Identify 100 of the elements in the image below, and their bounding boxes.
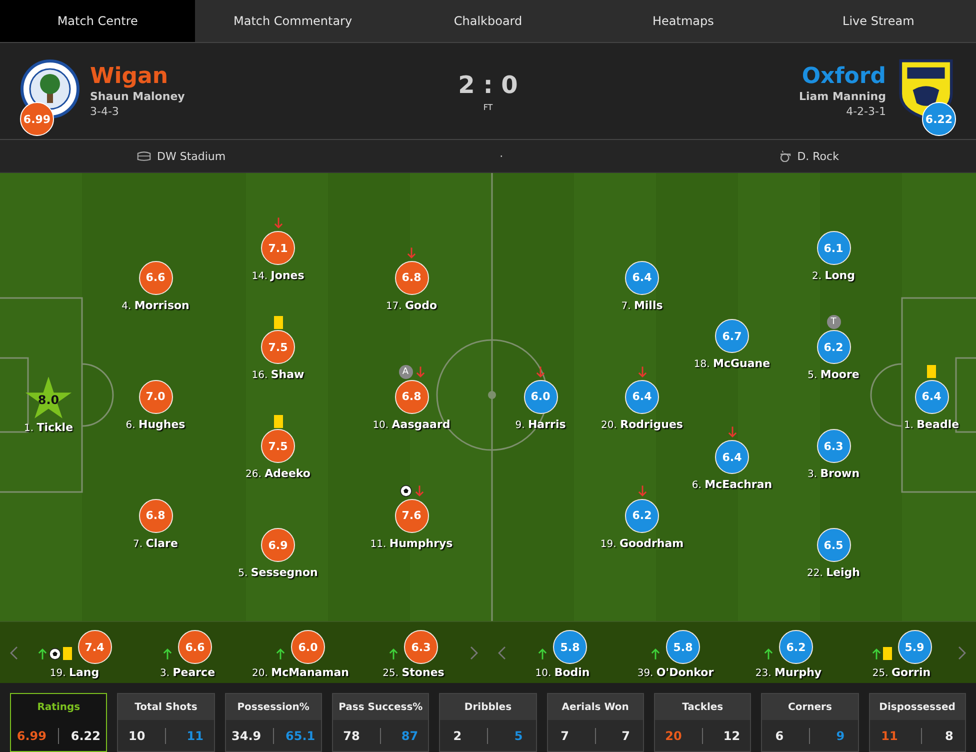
player-name[interactable]: 20. Rodrigues: [601, 418, 683, 430]
tab[interactable]: Heatmaps: [586, 0, 781, 42]
player-name[interactable]: 1. Tickle: [24, 420, 74, 434]
stat-card[interactable]: Possession% 34.9 65.1: [224, 693, 322, 752]
arrow-up-icon: [651, 648, 660, 660]
stat-card[interactable]: Aerials Won 7 7: [546, 693, 644, 752]
player-rating: 6.0: [291, 630, 325, 664]
player-name[interactable]: 19. Lang: [50, 666, 100, 679]
player-name[interactable]: 3. Pearce: [160, 666, 216, 679]
player-name[interactable]: 10. Bodin: [535, 666, 590, 679]
player-name[interactable]: 10. Aasgaard: [372, 418, 450, 430]
arrow-down-icon: [407, 246, 416, 258]
player-name[interactable]: 19. Goodrham: [600, 536, 684, 550]
chevron-left-icon[interactable]: [10, 646, 18, 660]
player-name[interactable]: 23. Murphy: [755, 666, 822, 679]
venue-name: DW Stadium: [157, 150, 226, 162]
player-name[interactable]: 25. Stones: [382, 666, 444, 679]
team-name[interactable]: Oxford: [802, 64, 886, 90]
stat-title: Total Shots: [118, 694, 214, 720]
stat-title: Dribbles: [440, 694, 536, 720]
player-name[interactable]: 6. Hughes: [126, 418, 186, 430]
player-rating: 5.8: [553, 630, 587, 664]
player-name[interactable]: 11. Humphrys: [370, 536, 453, 550]
stat-value: 7: [622, 728, 630, 742]
player-name[interactable]: 25. Gorrin: [872, 666, 931, 679]
ball-icon: [48, 648, 60, 660]
player-name[interactable]: 18. McGuane: [694, 357, 770, 370]
stat-card[interactable]: Tackles 20 12: [654, 693, 752, 752]
manager-name: Shaun Maloney: [90, 90, 185, 103]
player-name[interactable]: 5. Moore: [808, 368, 860, 381]
player-name[interactable]: 39. O'Donkor: [637, 666, 714, 679]
stat-card[interactable]: Pass Success% 78 87: [332, 693, 430, 752]
player-name[interactable]: 22. Leigh: [806, 566, 860, 579]
player-name[interactable]: 14. Jones: [252, 269, 304, 282]
stat-value: 34.9: [232, 728, 262, 742]
arrow-down-icon: [728, 426, 736, 438]
player-name[interactable]: 20. McManaman: [252, 666, 349, 679]
arrow-down-icon: [638, 366, 646, 378]
stat-value: 6.22: [70, 728, 100, 742]
manager-name: Liam Manning: [798, 90, 886, 103]
player-name[interactable]: 26. Adeeko: [246, 467, 310, 480]
stat-value: 8: [945, 728, 954, 742]
stat-title: Dispossessed: [870, 694, 965, 720]
arrow-down-icon: [274, 217, 282, 229]
score: 2 : 0: [458, 70, 518, 98]
tab[interactable]: Chalkboard: [390, 0, 586, 42]
chevron-left-icon[interactable]: [498, 646, 506, 660]
arrow-up-icon: [538, 648, 547, 660]
stat-value: 9: [836, 728, 845, 742]
player-rating: 5.8: [666, 630, 700, 664]
stat-value: 11: [881, 728, 898, 742]
player-name[interactable]: 9. Harris: [515, 418, 566, 430]
stat-card[interactable]: Dispossessed 11 8: [868, 693, 966, 752]
tab[interactable]: Match Centre: [0, 0, 196, 42]
player-name[interactable]: 16. Shaw: [252, 368, 304, 381]
player-rating: 6.6: [178, 630, 212, 664]
stat-value: 7: [560, 728, 569, 742]
stat-card[interactable]: Total Shots 10 11: [117, 693, 215, 752]
stat-card[interactable]: Ratings 6.99 6.22: [10, 693, 108, 752]
formation: 4-2-3-1: [846, 105, 886, 118]
player-name[interactable]: 17. Godo: [386, 298, 438, 312]
stat-value: 87: [401, 728, 418, 742]
player-rating: 6.2: [779, 630, 813, 664]
arrow-up-icon: [389, 648, 398, 660]
stat-title: Possession%: [226, 694, 321, 720]
booking-card-icon: [927, 365, 936, 378]
player-name[interactable]: 4. Morrison: [122, 298, 190, 312]
stat-value: 2: [453, 728, 462, 742]
player-name[interactable]: 2. Long: [812, 269, 855, 282]
player-name[interactable]: 3. Brown: [807, 467, 860, 480]
player-rating: 5.9: [898, 630, 932, 664]
stat-value: 65.1: [286, 728, 316, 742]
stat-title: Aerials Won: [548, 694, 643, 720]
chevron-right-icon[interactable]: [470, 646, 478, 660]
team-rating: 6.22: [922, 102, 956, 136]
player-name[interactable]: 7. Clare: [133, 536, 178, 550]
tab[interactable]: Live Stream: [780, 0, 976, 42]
team-rating: 6.99: [20, 102, 54, 136]
player-rating: 6.3: [404, 630, 438, 664]
formation: 3-4-3: [90, 105, 120, 118]
arrow-up-icon: [163, 648, 172, 660]
tab[interactable]: Match Commentary: [195, 0, 390, 42]
arrow-up-icon: [38, 648, 46, 660]
arrow-up-icon: [764, 648, 773, 660]
arrow-down-icon: [414, 484, 424, 496]
chevron-right-icon[interactable]: [958, 646, 966, 660]
stat-value: 6: [775, 728, 784, 742]
stadium-icon: [137, 150, 152, 162]
stat-value: 12: [723, 728, 740, 742]
referee-name: D. Rock: [797, 150, 839, 162]
player-name[interactable]: 1. Beadle: [904, 418, 960, 430]
stat-card[interactable]: Dribbles 2 5: [439, 693, 537, 752]
player-name[interactable]: 7. Mills: [621, 298, 663, 312]
player-name[interactable]: 6. McEachran: [692, 478, 772, 491]
player-rating: 7.4: [78, 630, 112, 664]
stat-value: 20: [665, 728, 682, 742]
team-name[interactable]: Wigan: [90, 64, 185, 90]
player-name[interactable]: 5. Sessegnon: [238, 566, 318, 579]
stat-card[interactable]: Corners 6 9: [761, 693, 859, 752]
arrow-down-icon: [638, 484, 646, 496]
